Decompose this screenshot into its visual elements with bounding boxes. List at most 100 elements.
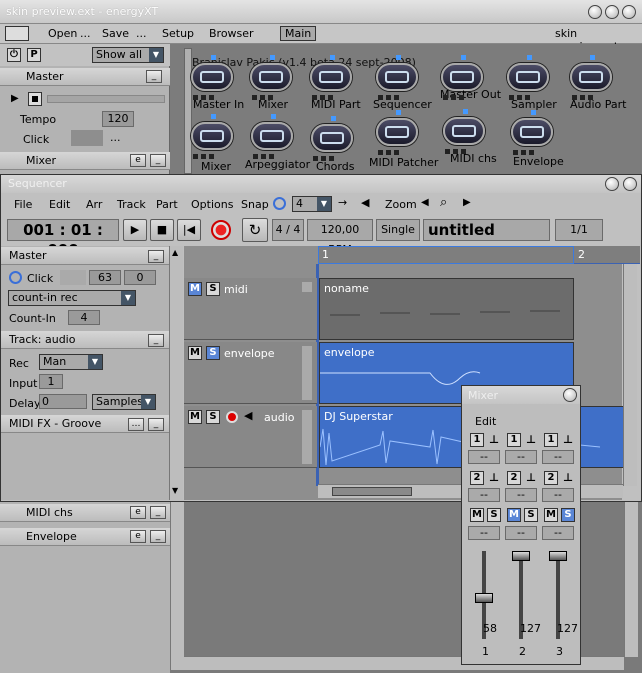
mixer-slot-1[interactable]: -- (505, 450, 537, 464)
maximize-button[interactable] (605, 5, 619, 19)
menu-save[interactable]: Save (102, 27, 129, 40)
midi-icon[interactable]: ⊥ (563, 471, 573, 484)
module-port[interactable] (270, 55, 275, 60)
delay-field[interactable]: 0 (39, 394, 87, 409)
module-icon-midi-chs[interactable] (443, 117, 485, 145)
module-pin[interactable] (513, 150, 518, 155)
delay-unit-select[interactable]: Samples ▼ (92, 394, 156, 410)
fader-knob[interactable] (549, 551, 567, 561)
zoom-search-icon[interactable]: ⌕ (440, 195, 447, 210)
mixer-edit-menu[interactable]: Edit (475, 415, 496, 428)
mixer-slot-2[interactable]: -- (468, 488, 500, 502)
input-field[interactable]: 1 (39, 374, 63, 389)
module-pin[interactable] (193, 154, 198, 159)
arrow-right-icon[interactable]: → (338, 196, 347, 209)
loop-button[interactable]: ↻ (242, 218, 268, 242)
page-display[interactable]: 1/1 (555, 219, 603, 241)
module-icon-arpeggiator[interactable] (251, 122, 293, 150)
mixer-close-button[interactable] (563, 388, 577, 402)
module-pin[interactable] (209, 95, 214, 100)
track-header[interactable]: M S ◀ audio (184, 406, 317, 468)
seq-close-button[interactable] (623, 177, 637, 191)
module-pin[interactable] (320, 95, 325, 100)
module-icon-sequencer[interactable] (376, 63, 418, 91)
module-port[interactable] (527, 55, 532, 60)
module-icon-master-out[interactable] (441, 63, 483, 91)
module-icon-master-in[interactable] (191, 63, 233, 91)
snap-select[interactable]: 4 ▼ (292, 196, 332, 212)
seq-menu-file[interactable]: File (14, 198, 32, 211)
count-in-field[interactable]: 4 (68, 310, 100, 325)
track-resize-handle[interactable] (302, 282, 312, 292)
h-scroll-thumb[interactable] (332, 487, 412, 496)
mute-button[interactable]: M (188, 410, 202, 424)
module-icon-chords[interactable] (311, 124, 353, 152)
play-icon[interactable]: ▶ (11, 93, 19, 104)
speaker-icon[interactable]: ◀ (244, 409, 252, 422)
track-header[interactable]: M Smidi (184, 278, 317, 340)
click-value-2[interactable]: 0 (124, 270, 156, 285)
param-icon[interactable]: P (27, 48, 41, 62)
tab-main[interactable]: Main (280, 26, 317, 41)
module-pin[interactable] (451, 95, 456, 100)
midi-icon[interactable]: ⊥ (489, 433, 499, 446)
mixer-solo-button[interactable]: S (561, 508, 575, 522)
module-pin[interactable] (328, 95, 333, 100)
bpm-display[interactable]: 120,00 BPM (307, 219, 373, 256)
track-scrollbar-v[interactable] (623, 264, 637, 486)
speaker-icon[interactable]: ◀ (361, 196, 369, 209)
time-display[interactable]: 001 : 01 : 000 (7, 219, 119, 259)
module-pin[interactable] (525, 95, 530, 100)
module-pin[interactable] (394, 150, 399, 155)
scroll-down-icon[interactable]: ▼ (172, 486, 178, 495)
module-pin[interactable] (394, 95, 399, 100)
mute-button[interactable]: M (188, 346, 202, 360)
mixer-input-1[interactable]: 1 (544, 433, 558, 447)
mixer-input-1[interactable]: 1 (507, 433, 521, 447)
mixer-input-2[interactable]: 2 (544, 471, 558, 485)
close-button[interactable] (622, 5, 636, 19)
seq-menu-arr[interactable]: Arr (86, 198, 102, 211)
seq-menu-edit[interactable]: Edit (49, 198, 70, 211)
module-pin[interactable] (529, 150, 534, 155)
play-button[interactable]: ▶ (123, 219, 147, 241)
module-pin[interactable] (312, 95, 317, 100)
module-port[interactable] (461, 55, 466, 60)
menu-open[interactable]: Open (48, 27, 77, 40)
mixer-slot-1[interactable]: -- (542, 450, 574, 464)
fader-knob[interactable] (512, 551, 530, 561)
envelope-collapse[interactable]: _ (150, 530, 166, 543)
rewind-button[interactable]: |◀ (177, 219, 201, 241)
module-pin[interactable] (443, 95, 448, 100)
module-pin[interactable] (572, 95, 577, 100)
module-pin[interactable] (261, 154, 266, 159)
module-port[interactable] (330, 55, 335, 60)
module-pin[interactable] (521, 150, 526, 155)
solo-button[interactable]: S (206, 346, 220, 360)
module-port[interactable] (590, 55, 595, 60)
module-pin[interactable] (313, 156, 318, 161)
seq-master-collapse[interactable]: _ (148, 250, 164, 263)
midi-icon[interactable]: ⊥ (563, 433, 573, 446)
midi-icon[interactable]: ⊥ (526, 471, 536, 484)
solo-button[interactable]: S (206, 410, 220, 424)
module-port[interactable] (396, 55, 401, 60)
module-port[interactable] (211, 114, 216, 119)
module-pin[interactable] (459, 95, 464, 100)
mixer-slot-2[interactable]: -- (505, 488, 537, 502)
show-all-select[interactable]: Show all ▼ (92, 47, 164, 63)
envelope-edit[interactable]: e (130, 530, 146, 543)
module-pin[interactable] (461, 149, 466, 154)
seq-menu-track[interactable]: Track (117, 198, 146, 211)
record-arm-icon[interactable] (226, 411, 238, 423)
mixer-mute-button[interactable]: M (544, 508, 558, 522)
module-panel-scrollbar[interactable] (184, 48, 192, 174)
module-pin[interactable] (321, 156, 326, 161)
midi-fx-more[interactable]: … (128, 418, 144, 431)
midi-fx-collapse[interactable]: _ (148, 418, 164, 431)
module-pin[interactable] (386, 95, 391, 100)
mixer-collapse-button[interactable]: _ (150, 154, 166, 167)
zoom-in-icon[interactable]: ▶ (463, 197, 471, 208)
scroll-up-icon[interactable]: ▲ (172, 248, 178, 257)
module-pin[interactable] (509, 95, 514, 100)
